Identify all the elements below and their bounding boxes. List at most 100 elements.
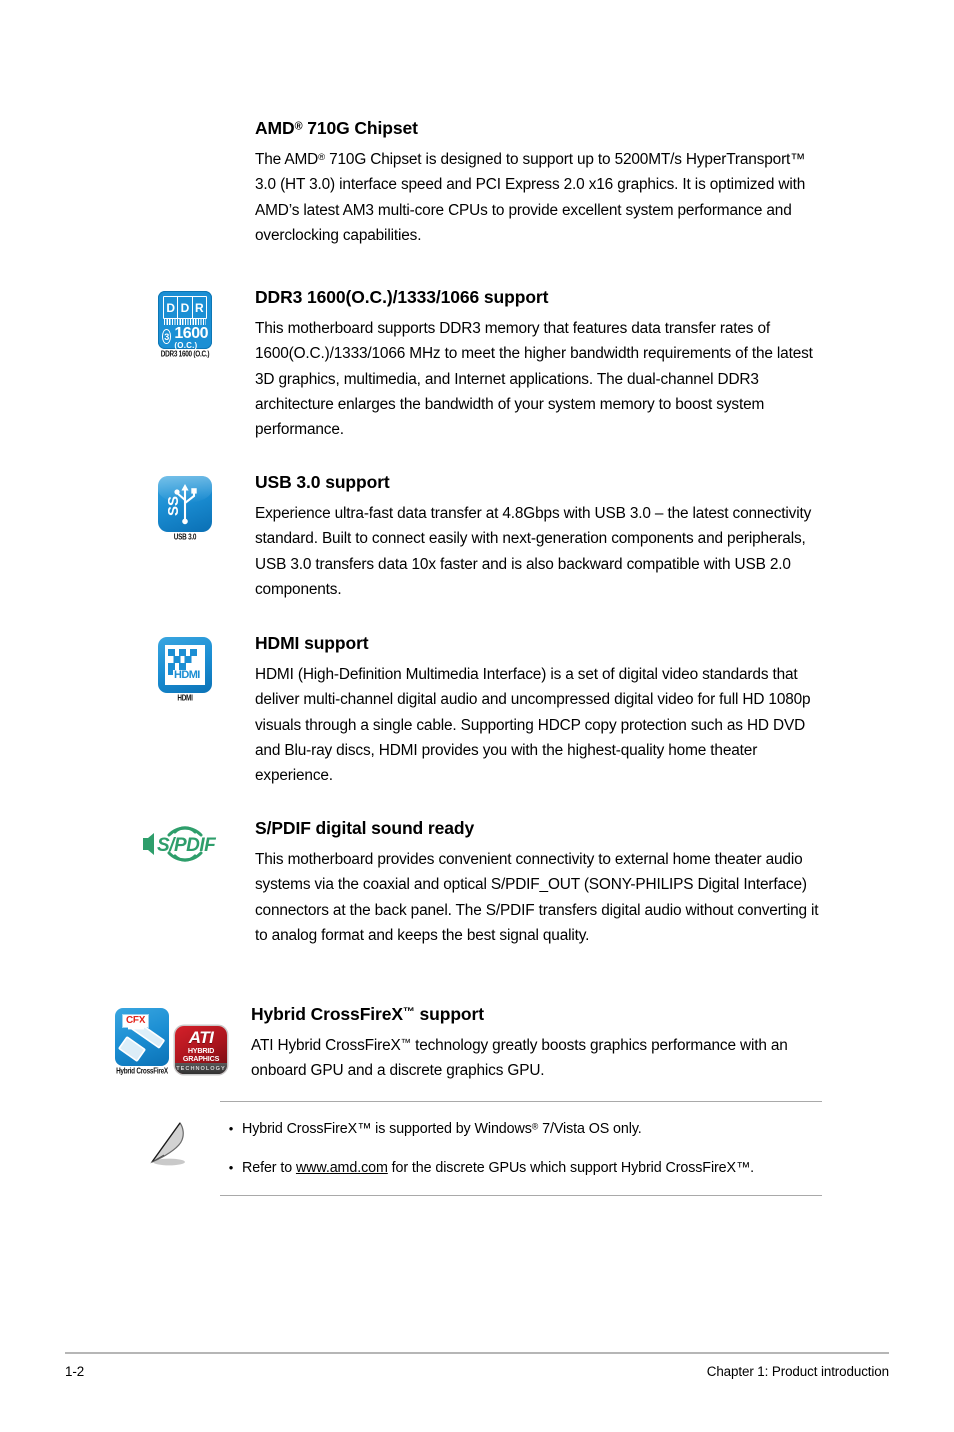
footer-divider [65,1352,889,1354]
feature-text-column: USB 3.0 support Experience ultra-fast da… [255,472,822,602]
feature-spdif-support: S/PDIF S/PDIF digital sound ready This m… [115,818,827,948]
feature-title-amd-710g-chipset: AMD® 710G Chipset [255,118,822,138]
ddr3-badge-art: D D R 3 1600 (O.C.) [158,291,212,350]
ddr-letter: D [164,297,179,318]
feature-text-column: DDR3 1600(O.C.)/1333/1066 support This m… [255,287,833,443]
ddr-generation-badge: 3 [162,329,172,344]
feature-ddr3-support: D D R 3 1600 (O.C.) DDR3 1600 (O.C.) DDR… [115,287,833,443]
ddr-oc-label: (O.C.) [174,341,198,350]
note-item-text: Hybrid CrossFireX™ is supported by Windo… [242,1119,642,1139]
note-pencil-icon [149,1121,185,1166]
amd-website-link[interactable]: www.amd.com [296,1160,388,1176]
hdmi-wordmark: HDMI [174,669,200,681]
usb-stem-dot [182,518,188,525]
feature-text-column: S/PDIF digital sound ready This motherbo… [255,818,827,948]
note-text: Hybrid CrossFireX™ is supported by Windo… [242,1121,532,1137]
body-text: The AMD [255,151,319,169]
spdif-glyph: S/PDIF [143,826,218,862]
feature-text-column: HDMI support HDMI (High-Definition Multi… [255,633,827,789]
note-item-text: Refer to www.amd.com for the discrete GP… [242,1158,754,1178]
cfx-connector-bar [128,1026,144,1030]
feature-body-hybrid-crossfirex-support: ATI Hybrid CrossFireX™ technology greatl… [251,1033,827,1084]
spdif-wordmark: S/PDIF [157,835,217,856]
feature-body-amd-710g-chipset: The AMD® 710G Chipset is designed to sup… [255,147,822,248]
ddr3-1600-icon: D D R 3 1600 (O.C.) DDR3 1600 (O.C.) [158,291,212,359]
note-item: • Hybrid CrossFireX™ is supported by Win… [220,1119,822,1139]
usb-square-branch [191,488,197,494]
feature-title-usb-30-support: USB 3.0 support [255,472,390,492]
ddr3-icon-caption: DDR3 1600 (O.C.) [160,350,210,359]
feature-icon-column-empty [115,118,255,122]
spdif-icon: S/PDIF [137,824,233,864]
title-text-suffix: 710G Chipset [302,118,418,138]
footer-page-number: 1-2 [65,1364,85,1379]
feature-hdmi-support: HDMI HDMI HDMI support HDMI (High-Defini… [115,633,827,789]
ati-wordmark: ATI [188,1028,214,1047]
title-text: AMD [255,118,295,138]
feature-icon-column: SS USB 3.0 [115,472,255,542]
title-text-suffix: support [414,1004,485,1024]
feature-title-spdif-support: S/PDIF digital sound ready [255,818,475,838]
cfx-cards-glyph [118,1020,165,1062]
trademark-mark: ™ [400,1037,411,1049]
ati-badge-art: ATI HYBRID GRAPHICS TECHNOLOGY [175,1026,227,1074]
hdmi-inner-panel: HDMI [165,645,205,685]
note-text-continued: for the discrete GPUs which support Hybr… [387,1160,755,1176]
feature-body-ddr3-support: This motherboard supports DDR3 memory th… [255,320,813,439]
usb-30-icon: SS USB 3.0 [158,476,212,542]
feature-usb-30-support: SS USB 3.0 USB 3.0 support Experience ul… [115,472,822,602]
note-text-continued: 7/Vista OS only. [538,1121,642,1137]
body-text-continued: 710G Chipset is designed to support up t… [255,151,806,245]
usb-arrow-head [181,484,189,491]
ati-hybrid-graphics-icon: ATI HYBRID GRAPHICS TECHNOLOGY [175,1026,227,1074]
feature-title-ddr3-support: DDR3 1600(O.C.)/1333/1066 support [255,287,549,307]
feature-icon-column: CFX Hybrid CrossFireX ATI HYBRID GRAPHIC… [115,1004,255,1076]
cfx-badge-art: CFX [115,1008,169,1066]
usb-30-icon-caption: USB 3.0 [173,533,197,542]
feature-icon-column: D D R 3 1600 (O.C.) DDR3 1600 (O.C.) [115,287,255,359]
spdif-logo-art: S/PDIF [137,824,233,864]
feature-text-column: AMD® 710G Chipset The AMD® 710G Chipset … [255,118,822,248]
hdmi-icon-caption: HDMI [177,694,193,703]
note-callout: • Hybrid CrossFireX™ is supported by Win… [115,1101,822,1196]
ati-sub-line-2: GRAPHICS [182,1053,220,1063]
hybrid-crossfirex-icon: CFX Hybrid CrossFireX [115,1008,169,1076]
note-bullet-icon: • [228,1121,234,1136]
body-text: ATI Hybrid CrossFireX [251,1037,401,1055]
feature-text-column: Hybrid CrossFireX™ support ATI Hybrid Cr… [251,1004,827,1084]
spdif-speaker-glyph [143,833,154,855]
ddr-speed-value: 1600 [174,325,208,342]
note-item: • Refer to www.amd.com for the discrete … [220,1158,822,1178]
usb-trident-glyph: SS [165,484,197,525]
feature-hybrid-crossfirex-support: CFX Hybrid CrossFireX ATI HYBRID GRAPHIC… [115,1004,827,1084]
trademark-mark: ™ [402,1004,415,1019]
footer-chapter-label: Chapter 1: Product introduction [706,1364,889,1379]
usb-ss-wordmark: SS [165,496,182,516]
hdmi-badge-art: HDMI [158,637,212,693]
usb-circle-branch [174,489,180,495]
usb-badge-art: SS [158,476,212,532]
feature-body-spdif-support: This motherboard provides convenient con… [255,851,819,945]
title-text: Hybrid CrossFireX [251,1004,403,1024]
ati-technology-band: TECHNOLOGY [175,1063,227,1074]
note-body: • Hybrid CrossFireX™ is supported by Win… [220,1101,822,1196]
feature-icon-column: S/PDIF [115,818,255,864]
ddr-speed-row: 3 1600 (O.C.) [158,325,212,350]
note-icon-column [115,1101,220,1173]
note-bullet-icon: • [228,1160,234,1175]
hdmi-checker-glyph: HDMI [168,649,201,681]
hdmi-icon: HDMI HDMI [158,637,212,703]
ddr-letters-box: D D R [163,296,207,319]
hybrid-crossfirex-icon-caption: Hybrid CrossFireX [116,1067,168,1076]
feature-body-hdmi-support: HDMI (High-Definition Multimedia Interfa… [255,666,811,785]
ddr-letter: D [178,297,193,318]
document-page: AMD® 710G Chipset The AMD® 710G Chipset … [0,0,954,1432]
feature-amd-710g-chipset: AMD® 710G Chipset The AMD® 710G Chipset … [115,118,822,248]
feature-title-hybrid-crossfirex-support: Hybrid CrossFireX™ support [251,1004,827,1024]
feature-icon-column: HDMI HDMI [115,633,255,703]
feature-title-hdmi-support: HDMI support [255,633,369,653]
feature-body-usb-30-support: Experience ultra-fast data transfer at 4… [255,505,812,599]
note-text: Refer to [242,1160,296,1176]
page-footer: 1-2 Chapter 1: Product introduction [65,1364,889,1379]
ddr-letter: R [194,300,204,315]
